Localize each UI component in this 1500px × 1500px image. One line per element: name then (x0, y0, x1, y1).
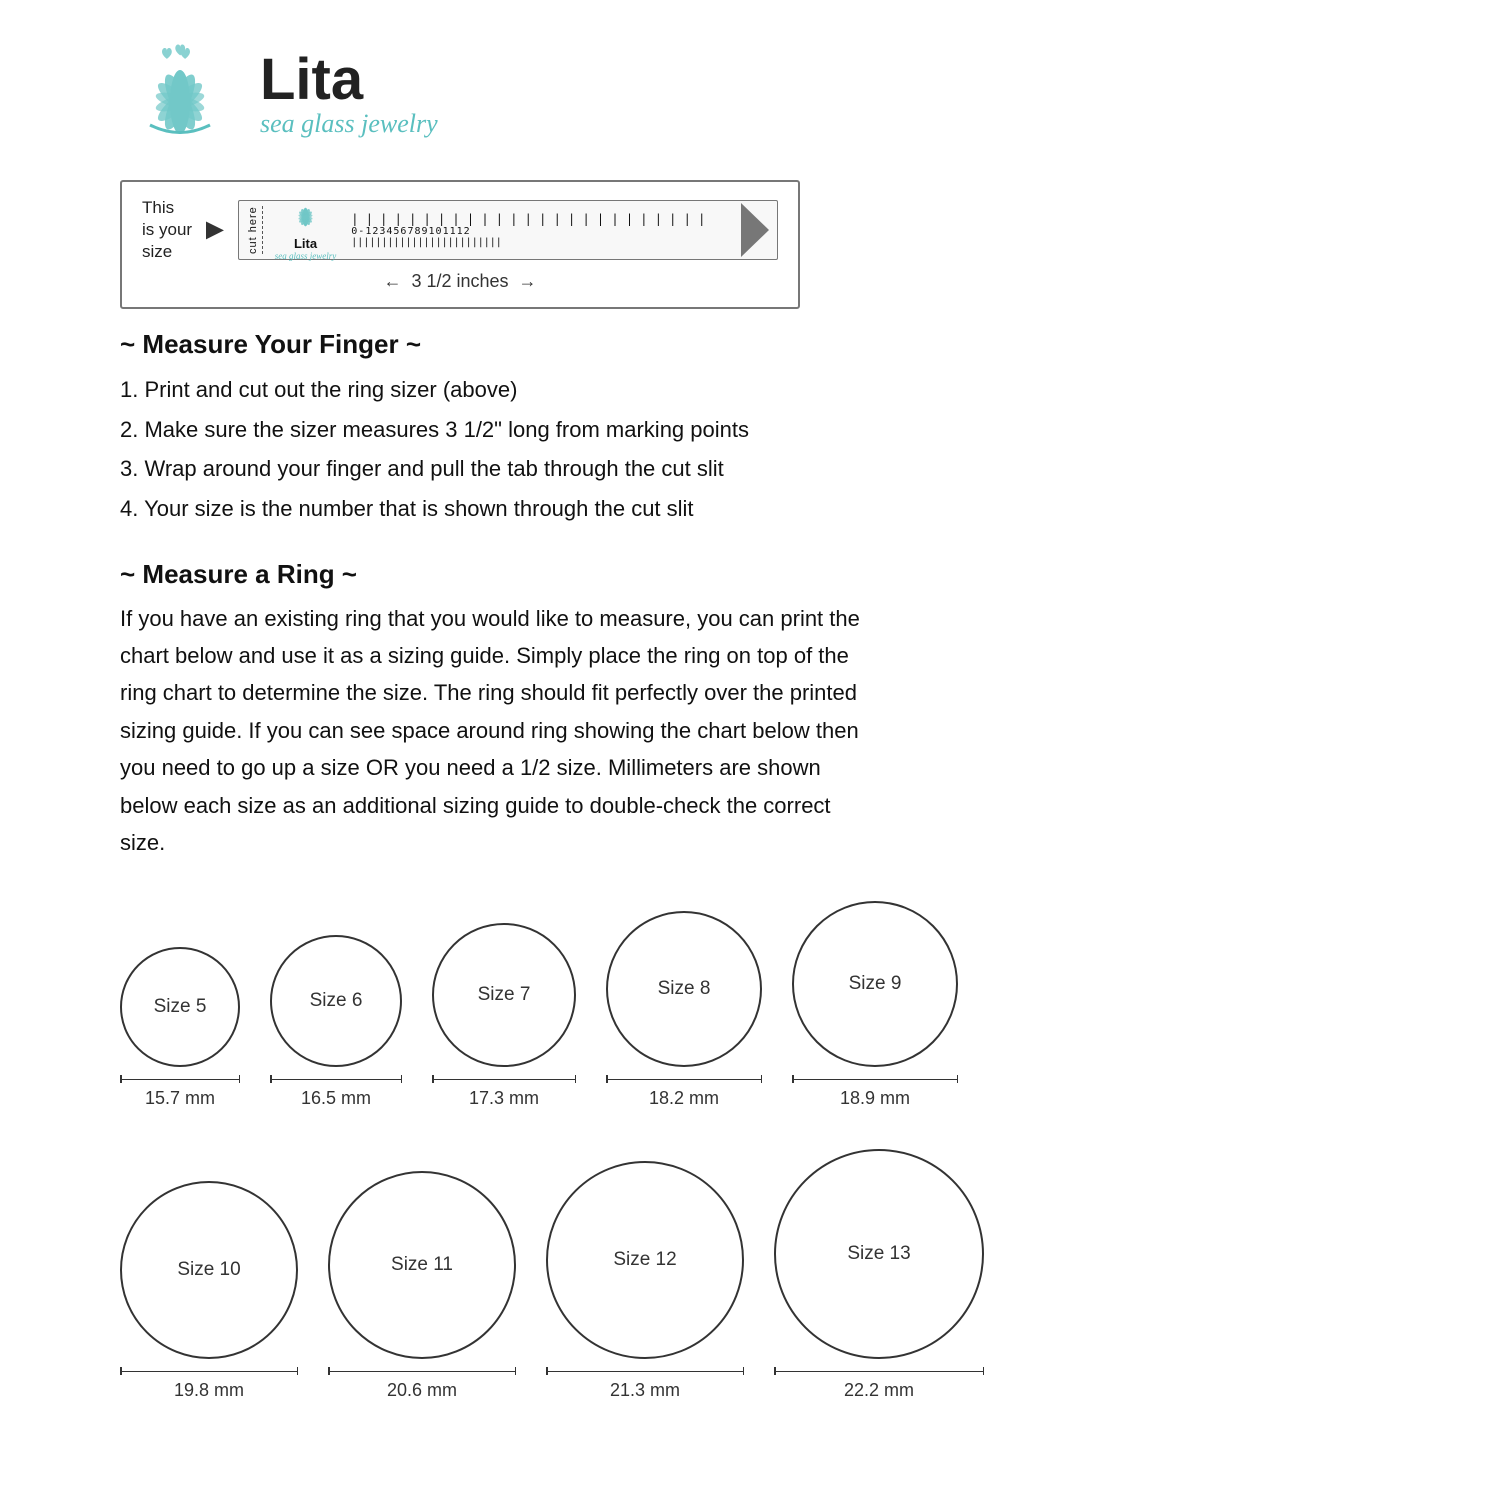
mm-line (776, 1371, 983, 1373)
ring-size-label: Size 12 (613, 1249, 676, 1271)
step-2: 2. Make sure the sizer measures 3 1/2" l… (120, 410, 1380, 450)
mm-wrapper: 16.5 mm (270, 1075, 402, 1109)
mm-tick-right (575, 1075, 577, 1083)
mm-tick-right (743, 1367, 745, 1375)
mm-tick-right (515, 1367, 517, 1375)
measure-ring-description: If you have an existing ring that you wo… (120, 600, 860, 862)
ring-circle: Size 7 (432, 923, 576, 1067)
ring-circle: Size 11 (328, 1171, 516, 1359)
mm-line (608, 1079, 761, 1081)
mm-tick-right (239, 1075, 241, 1083)
mm-label: 18.2 mm (649, 1088, 719, 1109)
mm-bar (328, 1367, 516, 1375)
ring-item: Size 10 19.8 mm (120, 1181, 298, 1401)
ring-circle: Size 6 (270, 935, 402, 1067)
ring-size-label: Size 11 (391, 1254, 453, 1276)
mm-line (794, 1079, 957, 1081)
step-3: 3. Wrap around your finger and pull the … (120, 449, 1380, 489)
ring-circle: Size 13 (774, 1149, 984, 1359)
inches-label: ← 3 1/2 inches → (142, 271, 778, 292)
sizer-brand-sub: sea glass jewelry (275, 251, 337, 261)
ring-size-label: Size 6 (310, 990, 363, 1012)
mm-bar (270, 1075, 402, 1083)
ring-item: Size 8 18.2 mm (606, 911, 762, 1109)
mm-label: 18.9 mm (840, 1088, 910, 1109)
mm-tick-right (957, 1075, 959, 1083)
mm-line (548, 1371, 743, 1373)
brand-name: Lita (260, 51, 438, 109)
ruler: | | | | | | | | | | | | | | | | | | | | … (351, 213, 733, 248)
sizer-pointer (741, 203, 769, 257)
measure-finger-title: ~ Measure Your Finger ~ (120, 329, 1380, 360)
mm-line (272, 1079, 401, 1081)
mm-bar (120, 1075, 240, 1083)
ring-item: Size 11 20.6 mm (328, 1171, 516, 1401)
mm-tick-right (297, 1367, 299, 1375)
mm-bar (432, 1075, 576, 1083)
mm-line (434, 1079, 575, 1081)
ring-size-label: Size 9 (849, 973, 902, 995)
ring-size-label: Size 5 (154, 996, 207, 1018)
mm-line (330, 1371, 515, 1373)
sizer-arrow: ► (200, 213, 230, 247)
mm-wrapper: 20.6 mm (328, 1367, 516, 1401)
mm-line (122, 1079, 239, 1081)
measure-ring-section: ~ Measure a Ring ~ If you have an existi… (120, 559, 1380, 862)
mm-wrapper: 21.3 mm (546, 1367, 744, 1401)
mm-bar (792, 1075, 958, 1083)
mm-wrapper: 15.7 mm (120, 1075, 240, 1109)
ring-item: Size 7 17.3 mm (432, 923, 576, 1109)
brand-logo-icon (120, 40, 240, 150)
step-1: 1. Print and cut out the ring sizer (abo… (120, 370, 1380, 410)
header: Lita sea glass jewelry (120, 40, 1380, 150)
ring-circle: Size 9 (792, 901, 958, 1067)
instructions-list: 1. Print and cut out the ring sizer (abo… (120, 370, 1380, 528)
measure-ring-title: ~ Measure a Ring ~ (120, 559, 1380, 590)
ring-item: Size 13 22.2 mm (774, 1149, 984, 1401)
step-4: 4. Your size is the number that is shown… (120, 489, 1380, 529)
mm-label: 21.3 mm (610, 1380, 680, 1401)
ring-item: Size 9 18.9 mm (792, 901, 958, 1109)
ring-sizes-row-2: Size 10 19.8 mm Size 11 20. (120, 1149, 1380, 1401)
mm-line (122, 1371, 297, 1373)
mm-label: 15.7 mm (145, 1088, 215, 1109)
mm-label: 16.5 mm (301, 1088, 371, 1109)
ring-item: Size 12 21.3 mm (546, 1161, 744, 1401)
mm-tick-right (983, 1367, 985, 1375)
mm-label: 17.3 mm (469, 1088, 539, 1109)
mm-label: 19.8 mm (174, 1380, 244, 1401)
ring-sizes-row-1: Size 5 15.7 mm Size 6 16.5 (120, 901, 1380, 1109)
brand-text: Lita sea glass jewelry (260, 51, 438, 139)
sizer-brand-name: Lita (275, 236, 337, 251)
measure-finger-section: ~ Measure Your Finger ~ 1. Print and cut… (120, 329, 1380, 528)
mm-tick-right (761, 1075, 763, 1083)
mm-bar (546, 1367, 744, 1375)
mm-wrapper: 18.2 mm (606, 1075, 762, 1109)
mm-label: 20.6 mm (387, 1380, 457, 1401)
ring-size-label: Size 8 (658, 978, 711, 1000)
mm-wrapper: 22.2 mm (774, 1367, 984, 1401)
mm-tick-right (401, 1075, 403, 1083)
ring-size-label: Size 7 (478, 984, 531, 1006)
ring-circle: Size 5 (120, 947, 240, 1067)
mm-bar (120, 1367, 298, 1375)
mm-bar (774, 1367, 984, 1375)
ring-size-label: Size 13 (847, 1243, 910, 1265)
brand-subtitle: sea glass jewelry (260, 109, 438, 139)
ring-circle: Size 10 (120, 1181, 298, 1359)
sizer-label: This is your size (142, 197, 192, 263)
mm-wrapper: 17.3 mm (432, 1075, 576, 1109)
ring-item: Size 6 16.5 mm (270, 935, 402, 1109)
mm-wrapper: 18.9 mm (792, 1075, 958, 1109)
ring-item: Size 5 15.7 mm (120, 947, 240, 1109)
cut-here-label: cut here (247, 206, 263, 254)
sizer-logo-icon (288, 199, 323, 231)
ring-circle: Size 8 (606, 911, 762, 1067)
mm-wrapper: 19.8 mm (120, 1367, 298, 1401)
ring-circle: Size 12 (546, 1161, 744, 1359)
mm-bar (606, 1075, 762, 1083)
ring-size-label: Size 10 (177, 1259, 240, 1281)
mm-label: 22.2 mm (844, 1380, 914, 1401)
ring-sizes-container: Size 5 15.7 mm Size 6 16.5 (120, 901, 1380, 1401)
